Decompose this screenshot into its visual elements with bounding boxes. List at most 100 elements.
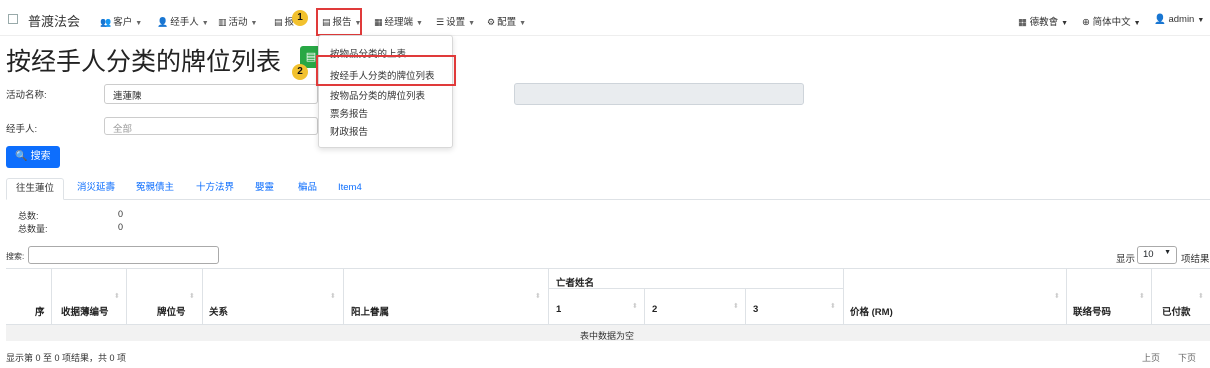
chevron-down-icon: ▼ bbox=[1197, 17, 1205, 24]
nav-manager[interactable]: ▦ 经理端 ▼ bbox=[374, 14, 423, 28]
table-empty-message: 表中数据为空 bbox=[580, 331, 635, 341]
col-divider bbox=[745, 288, 746, 324]
person-icon: 👤 bbox=[157, 17, 169, 27]
quantity-label: 总数量: bbox=[18, 224, 48, 234]
tab-0[interactable]: 往生蓮位 bbox=[6, 178, 65, 200]
nav-language[interactable]: ⊕ 简体中文 ▼ bbox=[1082, 14, 1141, 28]
col-header-price[interactable]: 价格 (RM) bbox=[850, 304, 893, 318]
nav-language-label: 简体中文 bbox=[1092, 17, 1131, 28]
file-icon: ▤ bbox=[305, 51, 317, 63]
tab-1[interactable]: 消災延壽 bbox=[77, 178, 115, 200]
tab-2[interactable]: 冤親債主 bbox=[136, 178, 174, 200]
length-suffix: 项结果 bbox=[1181, 254, 1210, 265]
col-header-contact[interactable]: 联络号码 bbox=[1073, 304, 1111, 318]
col-header-tablet-no[interactable]: 牌位号 bbox=[157, 304, 186, 318]
col-divider bbox=[202, 268, 203, 324]
nav-activities-label: 活动 bbox=[228, 17, 248, 28]
tab-5[interactable]: 楄品 bbox=[298, 178, 317, 200]
nav-manager-label: 经理端 bbox=[384, 17, 414, 28]
search-icon: 🔍 bbox=[15, 151, 28, 162]
total-label: 总数: bbox=[18, 211, 39, 221]
nav-customers-label: 客户 bbox=[113, 17, 133, 28]
agent-select[interactable]: 全部 bbox=[104, 117, 318, 135]
nav-agents[interactable]: 👤 经手人 ▼ bbox=[157, 14, 209, 28]
table-top-border bbox=[6, 268, 1210, 269]
sort-icon: ⬍ bbox=[1139, 293, 1145, 300]
col-header-name-1[interactable]: 1 bbox=[556, 304, 561, 315]
nav-report-partial[interactable]: ▤ 报 bbox=[274, 14, 294, 28]
dropdown-item-finance-report[interactable]: 财政报告 bbox=[330, 124, 368, 138]
table-search-label: 搜索: bbox=[6, 252, 25, 261]
step-marker-2: 2 bbox=[292, 64, 308, 80]
col-divider bbox=[1066, 268, 1067, 324]
reports-dropdown-menu: 按物品分类的上表 按经手人分类的牌位列表 按物品分类的牌位列表 票务报告 财政报… bbox=[318, 35, 453, 148]
people-icon: 👥 bbox=[100, 17, 112, 27]
chevron-down-icon: ▼ bbox=[1061, 20, 1069, 27]
col-header-receipt-book[interactable]: 收据薄编号 bbox=[61, 304, 109, 318]
group-header-deceased-name: 亡者姓名 bbox=[556, 278, 595, 289]
report-icon: ▤ bbox=[274, 17, 283, 27]
dropdown-item-tablets-by-item[interactable]: 按物品分类的牌位列表 bbox=[330, 88, 425, 102]
table-search-input[interactable] bbox=[28, 246, 219, 264]
sort-icon: ⬍ bbox=[114, 293, 120, 300]
step-marker-1: 1 bbox=[292, 10, 308, 26]
nav-agents-label: 经手人 bbox=[170, 17, 199, 28]
reports-highlight-box bbox=[316, 8, 362, 36]
top-navbar: 普渡法会 👥 客户 ▼ 👤 经手人 ▼ ▥ 活动 ▼ ▤ 报 ▤ 报告 ▼ ▦ 经理端 ▼ ☰ 设置 ▼ … bbox=[0, 0, 1210, 36]
gear-icon: ⚙ bbox=[487, 17, 496, 27]
chevron-down-icon: ▼ bbox=[201, 20, 209, 27]
col-header-relation[interactable]: 关系 bbox=[209, 304, 228, 318]
chevron-down-icon: ▼ bbox=[1133, 20, 1141, 27]
brand-name[interactable]: 普渡法会 bbox=[28, 11, 80, 30]
sort-icon: ⬍ bbox=[733, 303, 739, 310]
search-button-label: 搜索 bbox=[30, 151, 51, 162]
tab-4[interactable]: 嬰靈 bbox=[255, 178, 274, 200]
sort-icon: ⬍ bbox=[1198, 293, 1204, 300]
page-title: 按经手人分类的牌位列表 bbox=[6, 48, 282, 76]
col-header-paid[interactable]: 已付款 bbox=[1162, 304, 1191, 318]
nav-temple[interactable]: ▦ 德教會 ▼ bbox=[1018, 14, 1068, 28]
length-prefix: 显示 bbox=[1116, 254, 1136, 265]
col-divider bbox=[548, 268, 549, 324]
tab-3[interactable]: 十方法界 bbox=[196, 178, 234, 200]
nav-activities[interactable]: ▥ 活动 ▼ bbox=[218, 14, 257, 28]
total-value: 0 bbox=[118, 209, 124, 219]
sort-icon: ⬍ bbox=[535, 293, 541, 300]
settings-icon: ☰ bbox=[436, 17, 445, 27]
col-divider bbox=[843, 268, 844, 324]
search-button[interactable]: 🔍 搜索 bbox=[6, 146, 60, 168]
tab-6[interactable]: Item4 bbox=[338, 178, 362, 200]
dropdown-highlight-box bbox=[316, 55, 456, 86]
sort-icon: ⬍ bbox=[830, 303, 836, 310]
activity-name-select[interactable]: 連蓮陳 bbox=[104, 84, 318, 104]
col-header-name-3[interactable]: 3 bbox=[753, 304, 758, 315]
quantity-value: 0 bbox=[118, 222, 124, 232]
pager-previous[interactable]: 上页 bbox=[1142, 351, 1160, 364]
nav-config[interactable]: ⚙ 配置 ▼ bbox=[487, 14, 526, 28]
chevron-down-icon: ▼ bbox=[468, 20, 476, 27]
person-icon: 👤 bbox=[1154, 14, 1169, 25]
col-header-name-2[interactable]: 2 bbox=[652, 304, 657, 315]
chevron-down-icon: ▼ bbox=[1164, 249, 1171, 256]
activity-name-label: 活动名称: bbox=[6, 90, 47, 101]
page-length-select[interactable]: 10 ▼ bbox=[1137, 246, 1177, 264]
nav-settings[interactable]: ☰ 设置 ▼ bbox=[436, 14, 475, 28]
nav-user-label: admin bbox=[1168, 14, 1195, 25]
sort-icon: ⬍ bbox=[189, 293, 195, 300]
sort-icon: ⬍ bbox=[330, 293, 336, 300]
pager-next[interactable]: 下页 bbox=[1178, 351, 1196, 364]
sort-icon: ⬍ bbox=[632, 303, 638, 310]
chevron-down-icon: ▼ bbox=[135, 20, 143, 27]
col-divider bbox=[343, 268, 344, 324]
dropdown-item-ticket-report[interactable]: 票务报告 bbox=[330, 106, 368, 120]
brand-logo-icon bbox=[8, 14, 18, 24]
chevron-down-icon: ▼ bbox=[416, 20, 423, 27]
nav-user[interactable]: 👤 admin ▼ bbox=[1154, 14, 1204, 25]
chevron-down-icon: ▼ bbox=[250, 20, 258, 27]
table-info: 显示第 0 至 0 项结果，共 0 项 bbox=[6, 353, 127, 363]
col-header-family[interactable]: 阳上眷属 bbox=[351, 304, 389, 318]
chevron-down-icon: ▼ bbox=[519, 20, 527, 27]
nav-customers[interactable]: 👥 客户 ▼ bbox=[100, 14, 142, 28]
col-header-index[interactable]: 序 bbox=[35, 304, 45, 318]
category-tabs: 往生蓮位 消災延壽 冤親債主 十方法界 嬰靈 楄品 Item4 bbox=[6, 178, 1210, 200]
